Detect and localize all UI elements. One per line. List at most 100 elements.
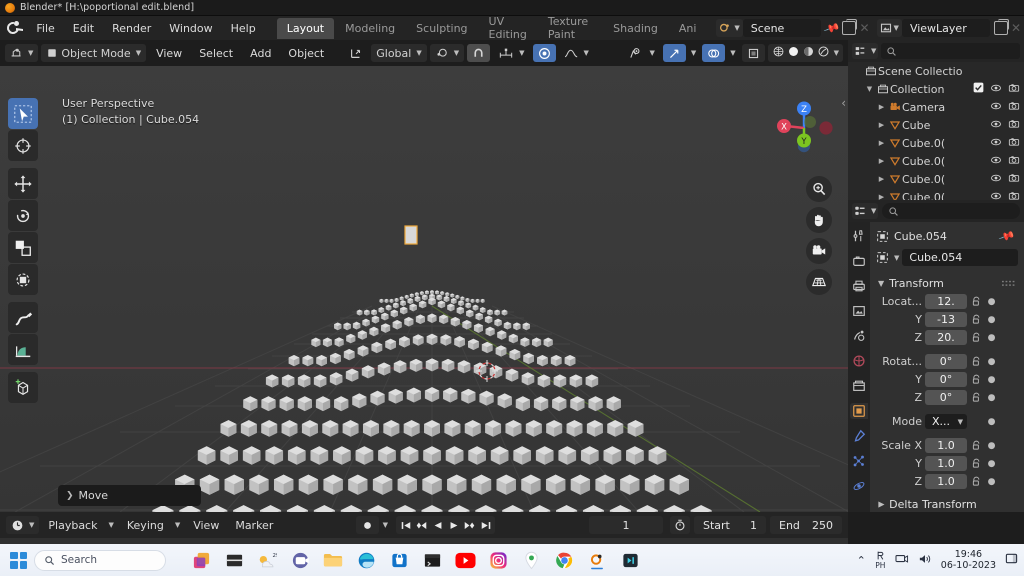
store-icon[interactable] xyxy=(388,549,410,571)
modifier-tab-icon[interactable] xyxy=(850,428,868,444)
outliner-row[interactable]: ▶Camera xyxy=(848,98,1024,116)
disclosure-triangle-icon[interactable]: ▶ xyxy=(876,139,887,147)
properties-search-input[interactable] xyxy=(882,203,1020,219)
disclosure-triangle-icon[interactable]: ▼ xyxy=(864,85,875,93)
photos-icon[interactable] xyxy=(190,549,212,571)
world-tab-icon[interactable] xyxy=(850,353,868,369)
pin-icon[interactable]: 📌 xyxy=(998,227,1016,245)
editor-type-icon[interactable]: ▼ xyxy=(5,44,38,62)
measure-tool-icon[interactable] xyxy=(8,334,38,365)
menu-edit[interactable]: Edit xyxy=(64,19,103,38)
lock-icon[interactable] xyxy=(970,458,983,469)
outliner-display-icon[interactable]: ▼ xyxy=(852,43,878,59)
camera-view-icon[interactable] xyxy=(806,238,832,264)
orientation-icon[interactable] xyxy=(344,44,368,62)
pin-icon[interactable]: 📌 xyxy=(823,19,841,37)
menu-help[interactable]: Help xyxy=(222,19,265,38)
viewlayer-name-field[interactable]: ViewLayer xyxy=(902,19,990,37)
lock-icon[interactable] xyxy=(970,356,983,367)
move-tool-icon[interactable] xyxy=(8,168,38,199)
viewport-menu-view[interactable]: View xyxy=(149,45,189,62)
tab-modeling[interactable]: Modeling xyxy=(335,18,405,39)
tweak-tool-icon[interactable] xyxy=(8,98,38,129)
transform-tool-icon[interactable] xyxy=(8,264,38,295)
lock-icon[interactable] xyxy=(970,296,983,307)
transform-row-value[interactable]: 0° xyxy=(925,390,967,405)
edge-icon[interactable] xyxy=(355,549,377,571)
instagram-icon[interactable] xyxy=(487,549,509,571)
blender-menu-logo-icon[interactable] xyxy=(6,20,21,36)
transform-row-value[interactable]: 20. xyxy=(925,330,967,345)
disclosure-triangle-icon[interactable]: ▶ xyxy=(876,121,887,129)
xray-icon[interactable] xyxy=(742,44,765,62)
auto-keying-dropdown-icon[interactable]: ▼ xyxy=(383,521,388,529)
animate-property-icon[interactable]: ● xyxy=(986,297,997,307)
pan-hand-icon[interactable] xyxy=(806,207,832,233)
hide-in-viewport-icon[interactable] xyxy=(990,82,1002,97)
cursor-tool-icon[interactable] xyxy=(8,130,38,161)
blender-icon[interactable] xyxy=(586,549,608,571)
timeline-menu-keying[interactable]: Keying xyxy=(120,517,171,534)
menu-window[interactable]: Window xyxy=(160,19,221,38)
end-frame-field[interactable]: End 250 xyxy=(770,516,842,534)
transform-row-value[interactable]: 0° xyxy=(925,354,967,369)
timeline-menu-marker[interactable]: Marker xyxy=(228,517,280,534)
windows-start-icon[interactable] xyxy=(10,552,27,569)
hide-in-viewport-icon[interactable] xyxy=(990,154,1002,169)
pivot-point-selector[interactable]: ▼ xyxy=(430,44,464,62)
youtube-icon[interactable] xyxy=(454,549,476,571)
particles-tab-icon[interactable] xyxy=(850,453,868,469)
tab-sculpting[interactable]: Sculpting xyxy=(406,18,477,39)
play-reverse-icon[interactable] xyxy=(430,517,445,533)
preview-range-icon[interactable] xyxy=(670,516,690,534)
weather-icon[interactable]: 29° xyxy=(256,549,278,571)
transform-row-value[interactable]: 1.0 xyxy=(925,456,967,471)
output-tab-icon[interactable] xyxy=(850,278,868,294)
add-cube-tool-icon[interactable] xyxy=(8,372,38,403)
transform-orientation-selector[interactable]: Global ▼ xyxy=(371,44,426,62)
hide-in-viewport-icon[interactable] xyxy=(990,136,1002,151)
gizmo-dropdown-icon[interactable]: ▼ xyxy=(691,49,696,57)
operator-panel[interactable]: ❯ Move xyxy=(58,485,201,506)
timeline-menu-view[interactable]: View xyxy=(186,517,226,534)
disable-in-render-icon[interactable] xyxy=(1008,118,1020,133)
proportional-edit-icon[interactable] xyxy=(533,44,556,62)
animate-property-icon[interactable]: ● xyxy=(986,375,997,385)
lock-icon[interactable] xyxy=(970,374,983,385)
render-tab-icon[interactable] xyxy=(850,253,868,269)
prev-keyframe-icon[interactable] xyxy=(414,517,429,533)
timeline-menu-playback[interactable]: Playback xyxy=(41,517,104,534)
viewlayer-icon[interactable]: ▼ xyxy=(877,19,902,37)
folder-icon[interactable] xyxy=(322,549,344,571)
animate-property-icon[interactable]: ● xyxy=(986,393,997,403)
jump-end-icon[interactable] xyxy=(478,517,493,533)
lock-icon[interactable] xyxy=(970,392,983,403)
collection-checkbox[interactable] xyxy=(973,82,984,96)
file-explorer-dark-icon[interactable] xyxy=(223,549,245,571)
tool-tab-icon[interactable] xyxy=(850,228,868,244)
animate-property-icon[interactable]: ● xyxy=(986,417,997,427)
current-frame-field[interactable]: 1 xyxy=(589,516,663,534)
transform-panel-header[interactable]: ▼ Transform xyxy=(876,273,1018,293)
animate-property-icon[interactable]: ● xyxy=(986,333,997,343)
object-visibility-icon[interactable]: ▼ xyxy=(624,44,659,62)
scale-tool-icon[interactable] xyxy=(8,232,38,263)
disclosure-triangle-icon[interactable]: ▶ xyxy=(876,175,887,183)
viewport-menu-add[interactable]: Add xyxy=(243,45,278,62)
lock-icon[interactable] xyxy=(970,440,983,451)
taskbar-clock[interactable]: 19:46 06-10-2023 xyxy=(941,549,996,571)
disable-in-render-icon[interactable] xyxy=(1008,136,1020,151)
transform-row-value[interactable]: 0° xyxy=(925,372,967,387)
shading-dropdown-icon[interactable]: ▼ xyxy=(834,49,839,57)
object-mode-selector[interactable]: Object Mode ▼ xyxy=(41,44,146,62)
collection-tab-icon[interactable] xyxy=(850,378,868,394)
tab-layout[interactable]: Layout xyxy=(277,18,334,39)
scene-tab-icon[interactable] xyxy=(850,328,868,344)
menu-render[interactable]: Render xyxy=(103,19,160,38)
zoom-icon[interactable] xyxy=(806,176,832,202)
annotate-tool-icon[interactable] xyxy=(8,302,38,333)
maps-icon[interactable] xyxy=(520,549,542,571)
network-icon[interactable] xyxy=(895,553,909,568)
lock-icon[interactable] xyxy=(970,476,983,487)
animate-property-icon[interactable]: ● xyxy=(986,441,997,451)
